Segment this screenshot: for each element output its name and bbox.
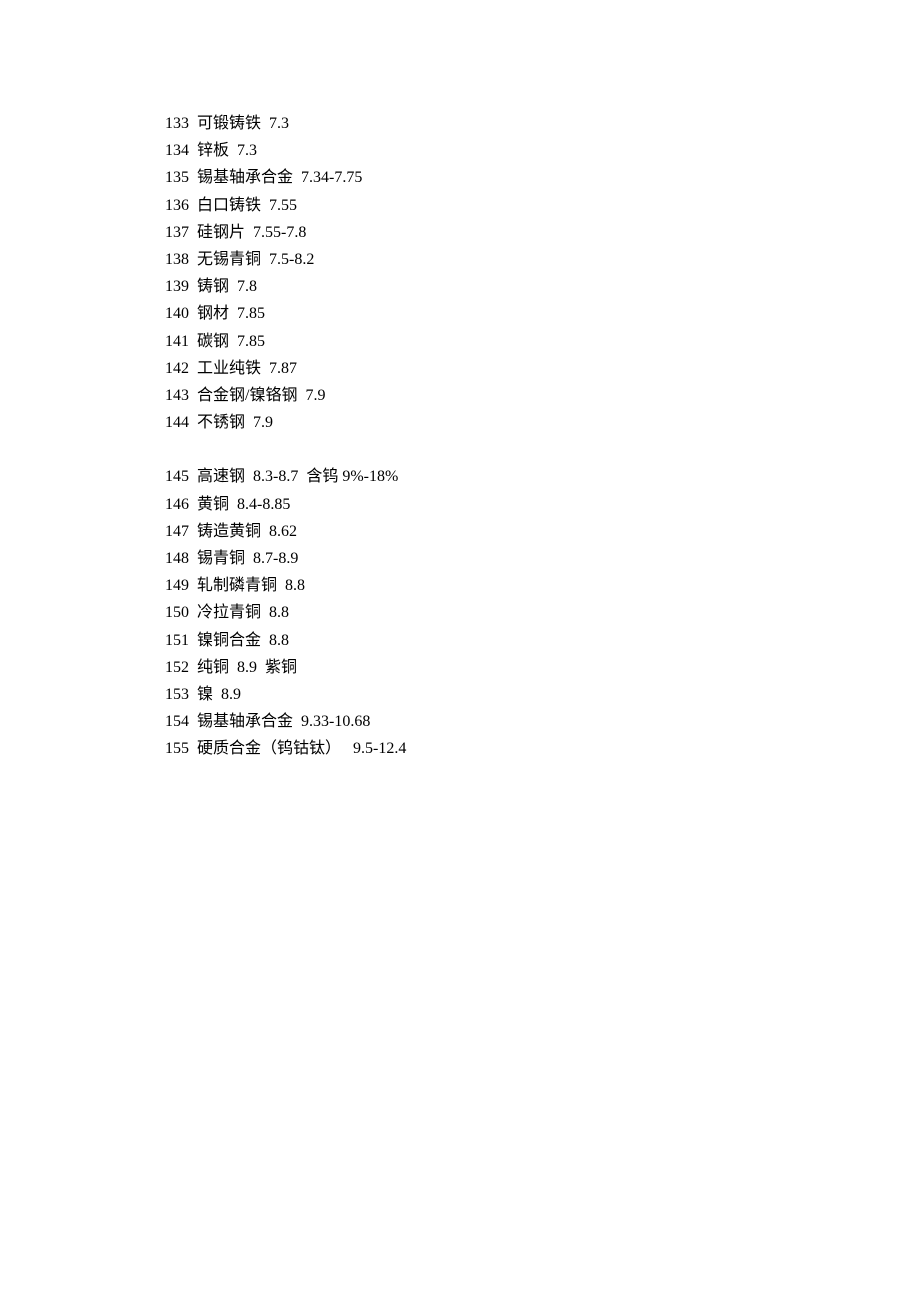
list-item: 141 碳钢 7.85	[165, 328, 920, 355]
list-item: 136 白口铸铁 7.55	[165, 192, 920, 219]
list-item: 144 不锈钢 7.9	[165, 409, 920, 436]
list-item: 138 无锡青铜 7.5-8.2	[165, 246, 920, 273]
list-item: 147 铸造黄铜 8.62	[165, 518, 920, 545]
list-item: 151 镍铜合金 8.8	[165, 627, 920, 654]
list-item: 139 铸钢 7.8	[165, 273, 920, 300]
list-item: 150 冷拉青铜 8.8	[165, 599, 920, 626]
material-list-block-2: 145 高速钢 8.3-8.7 含钨 9%-18%146 黄铜 8.4-8.85…	[165, 463, 920, 762]
list-item: 142 工业纯铁 7.87	[165, 355, 920, 382]
list-item: 154 锡基轴承合金 9.33-10.68	[165, 708, 920, 735]
list-item: 140 钢材 7.85	[165, 300, 920, 327]
list-item: 149 轧制磷青铜 8.8	[165, 572, 920, 599]
list-item: 145 高速钢 8.3-8.7 含钨 9%-18%	[165, 463, 920, 490]
list-item: 134 锌板 7.3	[165, 137, 920, 164]
list-item: 153 镍 8.9	[165, 681, 920, 708]
list-item: 148 锡青铜 8.7-8.9	[165, 545, 920, 572]
material-list-block-1: 133 可锻铸铁 7.3134 锌板 7.3135 锡基轴承合金 7.34-7.…	[165, 110, 920, 436]
list-item: 137 硅钢片 7.55-7.8	[165, 219, 920, 246]
blank-line	[165, 436, 920, 463]
list-item: 152 纯铜 8.9 紫铜	[165, 654, 920, 681]
list-item: 135 锡基轴承合金 7.34-7.75	[165, 164, 920, 191]
list-item: 143 合金钢/镍铬钢 7.9	[165, 382, 920, 409]
list-item: 133 可锻铸铁 7.3	[165, 110, 920, 137]
list-item: 146 黄铜 8.4-8.85	[165, 491, 920, 518]
list-item: 155 硬质合金（钨钴钛） 9.5-12.4	[165, 735, 920, 762]
